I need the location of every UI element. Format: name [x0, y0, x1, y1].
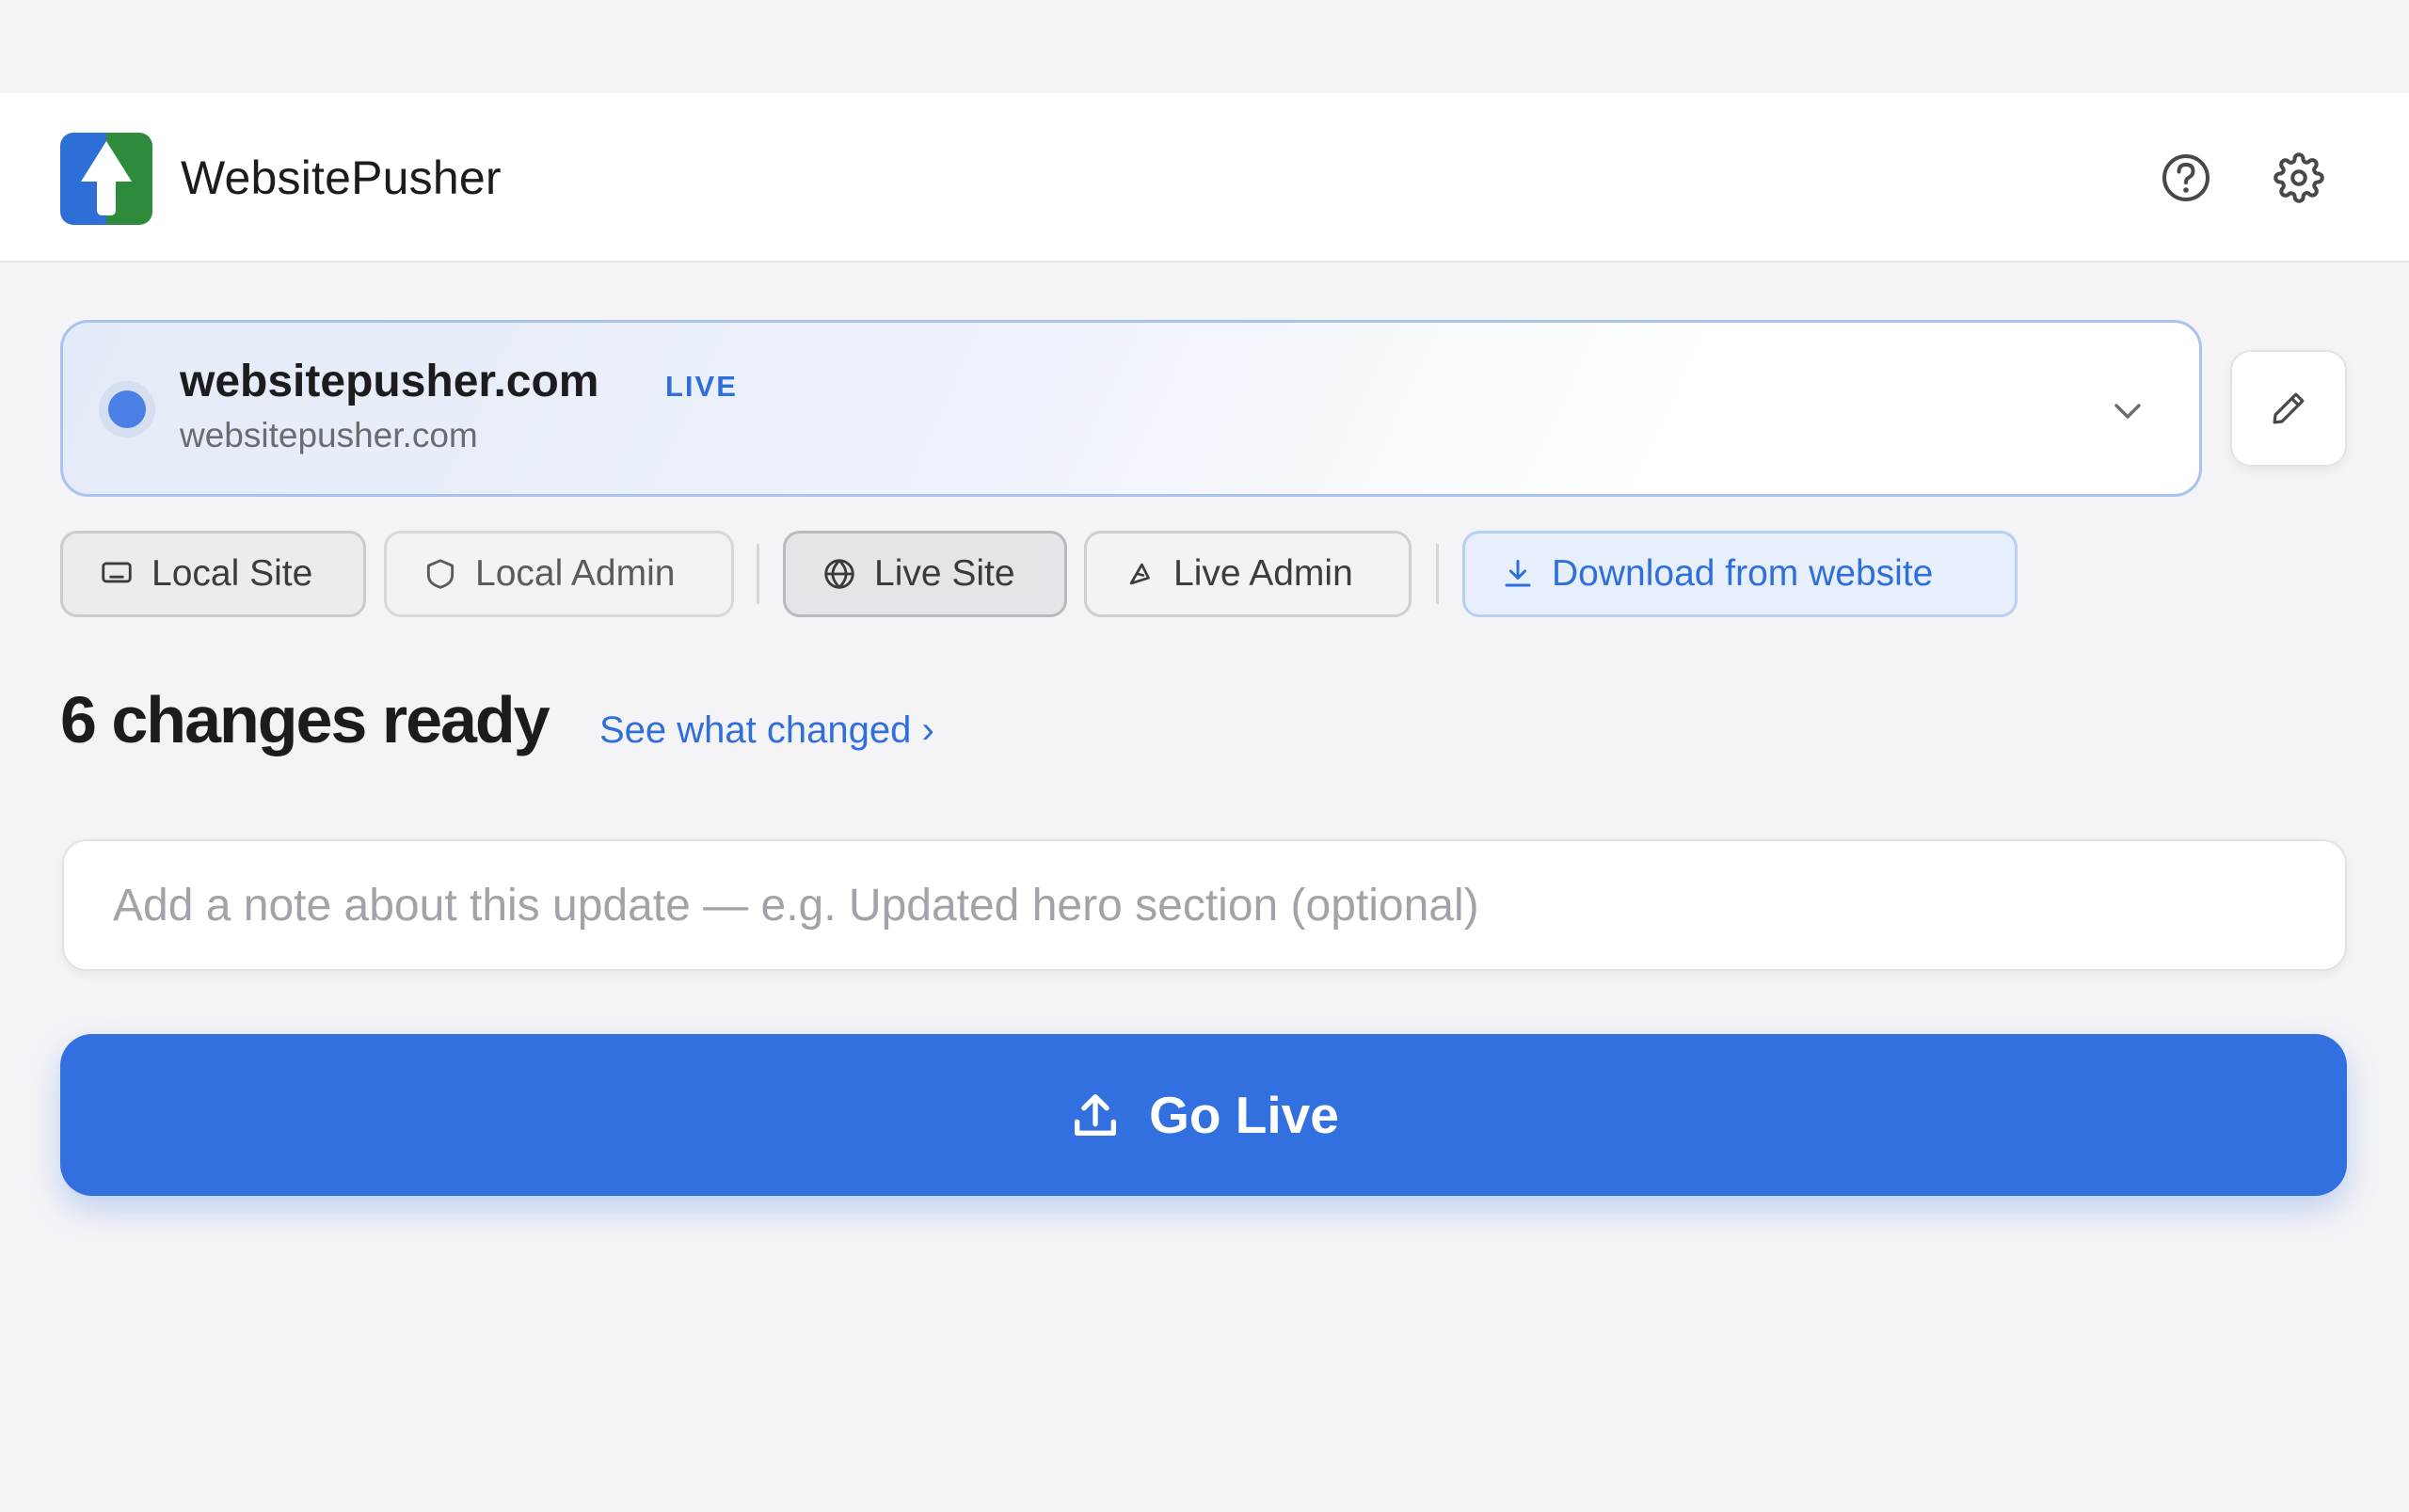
status-badge: LIVE — [665, 370, 738, 403]
live-site-button[interactable]: Live Site — [783, 531, 1067, 617]
download-icon — [1501, 557, 1535, 591]
go-live-button[interactable]: Go Live — [60, 1034, 2347, 1196]
divider — [1436, 544, 1439, 604]
site-status-indicator — [99, 381, 155, 438]
gear-icon — [2273, 152, 2324, 203]
local-site-label: Local Site — [152, 553, 313, 594]
update-note-input[interactable] — [62, 839, 2347, 971]
pencil-icon — [2273, 392, 2305, 424]
top-bar: WebsitePusher — [0, 93, 2409, 263]
divider — [757, 544, 759, 604]
live-admin-label: Live Admin — [1173, 553, 1353, 594]
settings-button[interactable] — [2266, 145, 2332, 211]
see-what-changed-link[interactable]: See what changed › — [599, 708, 934, 753]
site-url: websitepusher.com — [180, 416, 478, 454]
changes-count-title: 6 changes ready — [60, 683, 550, 756]
site-selector[interactable]: websitepusher.com LIVE websitepusher.com — [60, 320, 2202, 497]
help-button[interactable] — [2153, 145, 2219, 211]
pen-nib-icon — [1125, 558, 1157, 590]
edit-site-button[interactable] — [2230, 350, 2347, 467]
chevron-down-icon[interactable] — [2105, 389, 2150, 434]
download-from-website-button[interactable]: Download from website — [1462, 531, 2018, 617]
upload-arrow-icon — [81, 141, 132, 215]
site-name: websitepusher.com — [180, 357, 599, 406]
status-dot — [108, 390, 146, 428]
local-admin-button[interactable]: Local Admin — [384, 531, 734, 617]
shield-icon — [423, 556, 458, 592]
live-site-label: Live Site — [874, 553, 1015, 594]
monitor-icon — [99, 556, 135, 592]
go-live-label: Go Live — [1149, 1086, 1339, 1144]
app-logo — [60, 133, 152, 225]
download-label: Download from website — [1552, 553, 1934, 594]
app-title: WebsitePusher — [181, 151, 502, 204]
upload-icon — [1068, 1088, 1123, 1142]
globe-icon — [822, 556, 857, 592]
live-admin-button[interactable]: Live Admin — [1084, 531, 1412, 617]
local-site-button[interactable]: Local Site — [60, 531, 366, 617]
local-admin-label: Local Admin — [475, 553, 676, 594]
help-circle-icon — [2162, 154, 2210, 201]
